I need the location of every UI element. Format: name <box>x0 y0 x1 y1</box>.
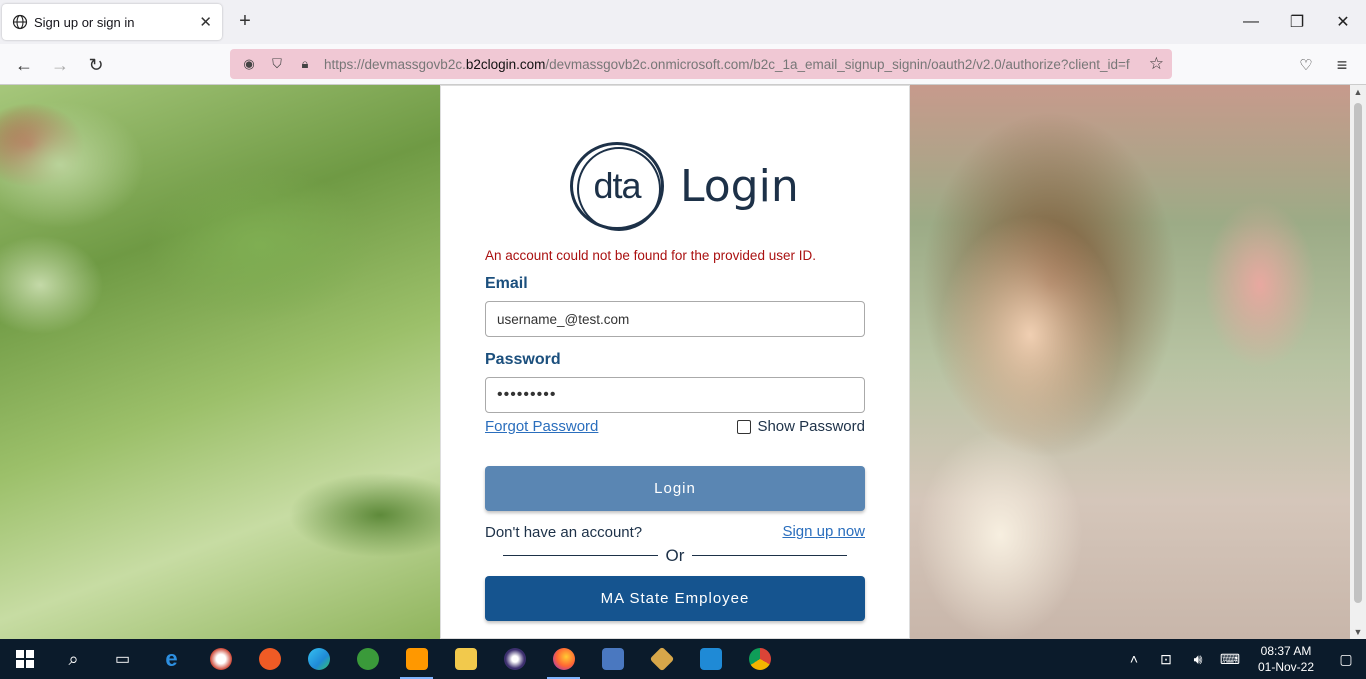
sublime-text-icon[interactable] <box>392 639 441 679</box>
page-title: Login <box>680 160 799 212</box>
eclipse-icon[interactable] <box>490 639 539 679</box>
show-password-label: Show Password <box>757 418 865 435</box>
back-icon[interactable]: ← <box>11 52 37 78</box>
snip-tool-icon[interactable] <box>196 639 245 679</box>
restore-icon[interactable]: ❐ <box>1274 0 1320 44</box>
network-app-icon[interactable] <box>588 639 637 679</box>
state-employee-button[interactable]: MA State Employee <box>485 576 865 621</box>
shield-icon[interactable]: ⛉ <box>268 55 286 73</box>
show-password-toggle[interactable]: Show Password <box>737 418 865 435</box>
email-label: Email <box>485 275 528 292</box>
no-account-text: Don't have an account? <box>485 524 643 541</box>
system-tray: ˄ ⊡ 🔊︎ ⌨ 08:37 AM 01-Nov-22 ▢ <box>1118 639 1366 679</box>
close-window-icon[interactable]: ✕ <box>1320 0 1366 44</box>
dta-logo-mark: dta <box>570 142 664 231</box>
vegetables-background-image <box>0 85 440 639</box>
vscode-icon[interactable] <box>686 639 735 679</box>
robot-icon: ◉ <box>243 56 255 71</box>
signup-link[interactable]: Sign up now <box>782 523 865 540</box>
tab-title: Sign up or sign in <box>34 14 135 30</box>
email-value: username_@test.com <box>497 311 630 327</box>
girl-background-image <box>910 85 1350 639</box>
lock-icon[interactable]: 🔒︎ <box>296 55 314 73</box>
password-label: Password <box>485 351 561 368</box>
firefox-icon[interactable] <box>539 639 588 679</box>
network-icon[interactable]: ⊡ <box>1150 651 1182 668</box>
git-app-icon[interactable] <box>637 639 686 679</box>
notifications-icon[interactable]: ▢ <box>1326 651 1366 668</box>
chevron-up-icon[interactable]: ˄ <box>1118 651 1150 667</box>
chrome-icon[interactable] <box>735 639 784 679</box>
divider-line-right <box>692 555 847 556</box>
search-icon[interactable]: ⌕ <box>49 639 98 679</box>
url-host: b2clogin.com <box>465 56 546 72</box>
minimize-icon[interactable]: — <box>1228 0 1274 44</box>
green-app-icon[interactable] <box>343 639 392 679</box>
reload-icon[interactable]: ↻ <box>83 52 109 78</box>
volume-icon[interactable]: 🔊︎ <box>1182 651 1214 668</box>
internet-explorer-icon[interactable]: e <box>147 639 196 679</box>
url-bar[interactable]: ◉ ⛉ 🔒︎ https://devmassgovb2c. b2clogin.co… <box>230 49 1172 79</box>
pocket-icon[interactable]: ♡ <box>1293 52 1319 78</box>
show-password-checkbox[interactable] <box>737 419 752 434</box>
browser-tabbar: Sign up or sign in ✕ + — ❐ ✕ <box>0 0 1366 44</box>
menu-icon[interactable]: ≡ <box>1329 52 1355 78</box>
clock-time: 08:37 AM <box>1260 644 1312 658</box>
browser-tab[interactable]: Sign up or sign in ✕ <box>2 4 222 40</box>
close-tab-icon[interactable]: ✕ <box>199 13 212 31</box>
task-view-icon[interactable]: ▭ <box>98 639 147 679</box>
page-scrollbar[interactable]: ▲ ▼ <box>1350 85 1366 639</box>
scroll-down-icon[interactable]: ▼ <box>1350 627 1366 637</box>
error-message: An account could not be found for the pr… <box>485 248 816 263</box>
windows-start-icon[interactable] <box>0 639 49 679</box>
keyboard-icon[interactable]: ⌨ <box>1214 651 1246 668</box>
page-content: dta Login An account could not be found … <box>0 85 1350 639</box>
scroll-up-icon[interactable]: ▲ <box>1350 87 1366 97</box>
or-divider: Or <box>503 546 847 566</box>
globe-icon <box>12 14 28 30</box>
windows-taskbar: ⌕ ▭ e ˄ ⊡ 🔊︎ ⌨ 08:37 AM 01-Nov-22 ▢ <box>0 639 1366 679</box>
password-value: ••••••••• <box>497 386 557 403</box>
scrollbar-thumb[interactable] <box>1354 103 1362 603</box>
postman-icon[interactable] <box>245 639 294 679</box>
url-prefix: https://devmassgovb2c. <box>324 56 466 72</box>
email-field[interactable]: username_@test.com <box>485 301 865 337</box>
logo-text: dta <box>593 165 641 206</box>
new-tab-icon[interactable]: + <box>234 10 256 33</box>
clock-date: 01-Nov-22 <box>1257 660 1315 674</box>
url-rest: /devmassgovb2c.onmicrosoft.com/b2c_1a_em… <box>545 56 1130 72</box>
dta-logo: dta Login <box>570 142 799 231</box>
login-card: dta Login An account could not be found … <box>440 85 910 639</box>
edge-icon[interactable] <box>294 639 343 679</box>
clock[interactable]: 08:37 AM 01-Nov-22 <box>1246 643 1326 675</box>
browser-navbar: ← → ↻ ◉ ⛉ 🔒︎ https://devmassgovb2c. b2clo… <box>0 44 1366 85</box>
password-field[interactable]: ••••••••• <box>485 377 865 413</box>
login-button[interactable]: Login <box>485 466 865 511</box>
or-text: Or <box>665 546 685 565</box>
forgot-password-link[interactable]: Forgot Password <box>485 418 598 435</box>
file-explorer-icon[interactable] <box>441 639 490 679</box>
forward-icon[interactable]: → <box>47 52 73 78</box>
bookmark-star-icon[interactable]: ☆ <box>1149 54 1164 74</box>
